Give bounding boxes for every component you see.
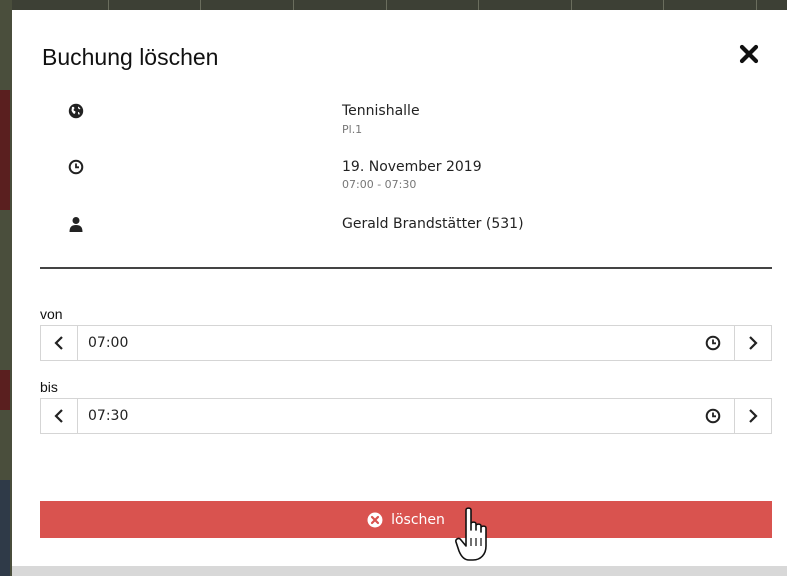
to-time-input[interactable] [78,399,698,433]
background-calendar-left [0,0,12,576]
chevron-left-icon [54,336,63,350]
from-prev-button[interactable] [41,326,78,360]
location-name: Tennishalle [342,103,420,119]
booking-date: 19. November 2019 [342,159,482,175]
location-court: Pl.1 [342,123,363,136]
clock-icon[interactable] [705,335,721,351]
hand-cursor-icon [455,507,487,561]
clock-icon [68,159,84,175]
chevron-left-icon [54,409,63,423]
booking-time-range: 07:00 - 07:30 [342,178,417,191]
to-label: bis [40,379,58,395]
times-circle-icon [367,512,383,527]
chevron-right-icon [749,409,758,423]
delete-button[interactable]: löschen [40,501,772,538]
divider [40,267,772,269]
from-time-picker [40,325,772,361]
chevron-right-icon [749,336,758,350]
from-next-button[interactable] [734,326,771,360]
delete-booking-dialog [12,10,787,566]
from-label: von [40,306,63,322]
globe-icon [68,103,84,119]
dialog-title: Buchung löschen [42,44,219,70]
background-footer [12,566,787,576]
to-time-picker [40,398,772,434]
to-prev-button[interactable] [41,399,78,433]
user-icon [69,217,83,232]
to-next-button[interactable] [734,399,771,433]
background-calendar-strip [0,0,787,10]
from-time-input[interactable] [78,326,698,360]
booking-person: Gerald Brandstätter (531) [342,216,524,232]
close-icon[interactable] [737,42,761,66]
delete-button-label: löschen [391,511,445,528]
clock-icon[interactable] [705,408,721,424]
